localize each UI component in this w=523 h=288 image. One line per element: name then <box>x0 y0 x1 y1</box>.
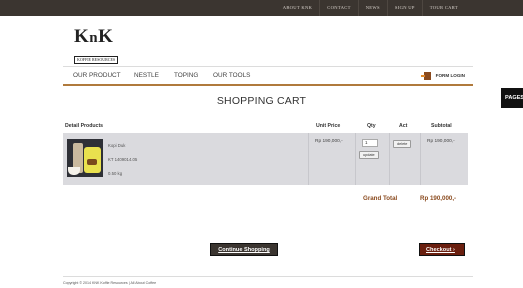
header-qty: Qty <box>367 123 376 129</box>
logo[interactable]: KnK KOFFIE RESOURCES <box>74 26 120 64</box>
continue-shopping-button[interactable]: Continue Shopping <box>210 243 278 256</box>
column-divider <box>355 133 356 185</box>
product-image[interactable] <box>67 139 103 177</box>
item-subtotal: Rp 190,000,- <box>427 139 455 144</box>
update-button[interactable]: update <box>359 151 379 159</box>
grand-total-label: Grand Total <box>363 195 398 202</box>
nav-our-tools[interactable]: OUR TOOLS <box>213 67 250 85</box>
nav-our-product[interactable]: OUR PRODUCT <box>73 67 121 85</box>
column-divider <box>389 133 390 185</box>
checkout-button[interactable]: Checkout › <box>419 243 465 256</box>
main-nav: OUR PRODUCT NESTLE TOPING OUR TOOLS FORM… <box>63 66 473 86</box>
header-subtotal: Subtotal <box>431 123 452 129</box>
form-login-link[interactable]: FORM LOGIN <box>420 67 465 85</box>
product-weight: 0.50 kg <box>108 171 123 176</box>
product-name[interactable]: Kopi Duk <box>108 143 125 148</box>
grand-total-value: Rp 190,000,- <box>420 195 457 202</box>
top-bar: ABOUT KNK CONTACT NEWS SIGN UP TOUR CART <box>0 0 523 16</box>
login-icon <box>420 72 431 80</box>
page-title: SHOPPING CART <box>216 95 307 107</box>
top-nav-news[interactable]: NEWS <box>357 0 387 16</box>
product-code: KT 1409014.05 <box>108 157 138 162</box>
top-nav-contact[interactable]: CONTACT <box>319 0 357 16</box>
logo-wordmark: KnK <box>74 26 114 47</box>
header-detail-products: Detail Products <box>65 123 104 129</box>
header-unit-price: Unit Price <box>316 123 341 129</box>
nav-toping[interactable]: TOPING <box>174 67 198 85</box>
form-login-label: FORM LOGIN <box>435 73 465 78</box>
footer-divider <box>63 276 473 277</box>
header-act: Act <box>399 123 408 129</box>
logo-tagline: KOFFIE RESOURCES <box>74 56 119 64</box>
quantity-input[interactable]: 1 <box>362 139 378 147</box>
nav-nestle[interactable]: NESTLE <box>134 67 159 85</box>
top-nav-sign-up[interactable]: SIGN UP <box>386 0 422 16</box>
top-nav: ABOUT KNK CONTACT NEWS SIGN UP TOUR CART <box>276 0 465 16</box>
footer-copyright: Copyright © 2014 KNK Koffie Resources | … <box>63 281 157 285</box>
column-divider <box>308 133 309 185</box>
top-nav-about[interactable]: ABOUT KNK <box>276 0 320 16</box>
top-nav-tour-cart[interactable]: TOUR CART <box>421 0 465 16</box>
table-row: Kopi Duk KT 1409014.05 0.50 kg Rp 190,00… <box>63 133 468 185</box>
column-divider <box>420 133 421 185</box>
cart-table-header: Detail Products Unit Price Qty Act Subto… <box>63 120 473 132</box>
unit-price: Rp 190,000,- <box>315 139 343 144</box>
delete-button[interactable]: delete <box>393 140 412 148</box>
